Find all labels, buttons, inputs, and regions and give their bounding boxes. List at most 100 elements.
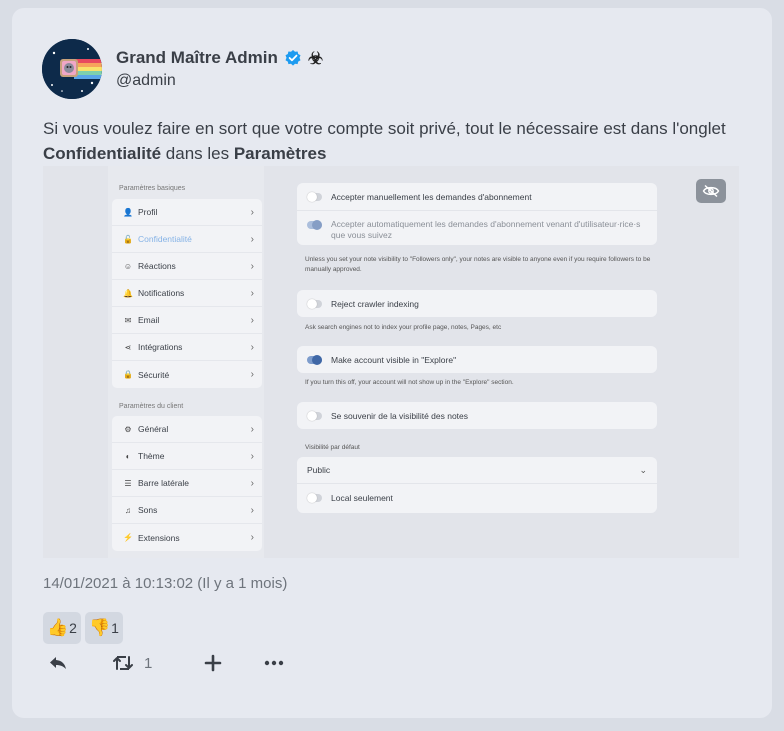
toggle-label: Local seulement: [331, 493, 393, 503]
toggle-row-local: Local seulement: [297, 484, 657, 512]
settings-item-extensions: ⚡ Extensions ›: [112, 524, 262, 551]
settings-item-security: 🔒 Sécurité ›: [112, 361, 262, 388]
toggle-off: [307, 410, 322, 421]
explore-box: Make account visible in "Explore": [297, 346, 657, 373]
settings-item-email: ✉ Email ›: [112, 307, 262, 334]
toggle-off: [307, 298, 322, 309]
chevron-right-icon: ›: [250, 532, 254, 543]
crawler-box: Reject crawler indexing: [297, 290, 657, 317]
thumbs-up-icon: 👍: [47, 618, 69, 637]
chevron-right-icon: ›: [250, 423, 254, 435]
eye-slash-icon: [702, 184, 720, 198]
settings-item-label: Thème: [138, 451, 165, 461]
toggle-off: [307, 493, 322, 503]
visibility-select-value: Public: [307, 465, 331, 475]
settings-item-label: Email: [138, 315, 160, 325]
remember-visibility-box: Se souvenir de la visibilité des notes: [297, 402, 657, 429]
author-name[interactable]: Grand Maître Admin: [116, 48, 278, 68]
ellipsis-icon: [264, 660, 284, 666]
settings-item-label: Sécurité: [138, 369, 170, 380]
settings-item-label: Général: [138, 424, 169, 434]
settings-item-sounds: ♫ Sons ›: [112, 497, 262, 524]
note-actions: 1: [48, 654, 284, 672]
section-basic-title: Paramètres basiques: [119, 185, 186, 192]
verified-check-icon: [284, 49, 302, 67]
settings-item-label: Intégrations: [138, 342, 183, 352]
author-handle[interactable]: @admin: [116, 72, 176, 90]
default-visibility-box: Public ⌄ Local seulement: [297, 457, 657, 513]
chevron-right-icon: ›: [250, 341, 254, 353]
chevron-right-icon: ›: [250, 206, 254, 218]
reactions: 👍 2 👎 1: [43, 612, 123, 644]
settings-item-label: Sons: [138, 505, 158, 515]
list-icon: ☰: [124, 478, 132, 488]
settings-item-reactions: ☺ Réactions ›: [112, 253, 262, 280]
reply-button[interactable]: [48, 655, 112, 671]
gears-icon: ⚙: [124, 424, 132, 434]
quote-button[interactable]: [204, 654, 264, 672]
user-icon: 👤: [123, 207, 133, 217]
toggle-row-explore: Make account visible in "Explore": [297, 346, 657, 373]
section-client-title: Paramètres du client: [119, 403, 184, 410]
settings-item-privacy: 🔓 Confidentialité ›: [112, 226, 262, 253]
hide-media-button[interactable]: [696, 179, 726, 203]
settings-item-label: Réactions: [138, 261, 176, 271]
smile-icon: ☺: [123, 261, 133, 271]
reaction-thumbs-down[interactable]: 👎 1: [84, 612, 123, 644]
reaction-thumbs-up[interactable]: 👍 2: [43, 612, 81, 644]
chevron-right-icon: ›: [250, 369, 254, 380]
chevron-right-icon: ›: [250, 477, 254, 489]
settings-item-label: Confidentialité: [138, 234, 192, 244]
toggle-on: [307, 354, 322, 365]
settings-item-general: ⚙ Général ›: [112, 416, 262, 443]
lock-icon: 🔒: [123, 370, 133, 379]
note-card: Grand Maître Admin ☣ @admin Si vous voul…: [12, 8, 772, 718]
unlock-icon: 🔓: [123, 234, 133, 244]
settings-item-profile: 👤 Profil ›: [112, 199, 262, 226]
reaction-count: 1: [111, 620, 119, 636]
chevron-right-icon: ›: [250, 450, 254, 462]
toggle-label: Se souvenir de la visibilité des notes: [331, 410, 469, 421]
chevron-right-icon: ›: [250, 287, 254, 299]
chevron-down-icon: ⌄: [639, 464, 647, 475]
toggle-label: Accepter automatiquement les demandes d'…: [331, 219, 641, 240]
basic-settings-group: 👤 Profil › 🔓 Confidentialité › ☺ Réactions › 🔔…: [112, 199, 262, 388]
toggle-off: [307, 191, 322, 202]
visibility-select: Public ⌄: [297, 457, 657, 484]
note-text: Si vous voulez faire en sort que votre c…: [43, 116, 743, 166]
envelope-icon: ✉: [124, 315, 132, 325]
settings-item-sidebar: ☰ Barre latérale ›: [112, 470, 262, 497]
default-visibility-label: Visibilité par défaut: [305, 444, 360, 451]
toggle-row-auto: Accepter automatiquement les demandes d'…: [297, 211, 657, 245]
toggle-on: [307, 220, 322, 230]
note-timestamp[interactable]: 14/01/2021 à 10:13:02 (Il y a 1 mois): [43, 575, 287, 592]
chevron-right-icon: ›: [250, 314, 254, 326]
note-text-bold-privacy: Confidentialité: [43, 144, 162, 163]
attached-image[interactable]: Paramètres basiques 👤 Profil › 🔓 Confidenti…: [43, 166, 739, 558]
palette-icon: ◐: [125, 451, 131, 461]
retweet-icon: [113, 656, 133, 670]
crawler-hint: Ask search engines not to index your pro…: [305, 324, 502, 331]
reply-icon: [50, 657, 66, 669]
thumbs-down-icon: 👎: [88, 618, 111, 637]
note-text-bold-settings: Paramètres: [233, 144, 327, 163]
note-text-part: dans les: [161, 144, 234, 163]
chevron-right-icon: ›: [250, 504, 254, 516]
more-button[interactable]: [264, 659, 284, 667]
follow-requests-box: Accepter manuellement les demandes d'abo…: [297, 183, 657, 245]
settings-item-label: Profil: [138, 207, 158, 217]
settings-item-label: Barre latérale: [138, 478, 190, 488]
chevron-right-icon: ›: [250, 233, 254, 245]
plug-icon: ⚡: [123, 533, 133, 542]
avatar[interactable]: [42, 39, 102, 99]
visibility-hint: Unless you set your note visibility to "…: [305, 256, 651, 273]
settings-item-label: Extensions: [138, 532, 180, 543]
renote-button[interactable]: 1: [112, 654, 204, 672]
toggle-label: Reject crawler indexing: [331, 298, 419, 309]
toggle-row-manual: Accepter manuellement les demandes d'abo…: [297, 183, 657, 211]
settings-item-label: Notifications: [138, 288, 185, 298]
settings-item-integrations: ⋖ Intégrations ›: [112, 334, 262, 361]
toggle-row-remember: Se souvenir de la visibilité des notes: [297, 402, 657, 429]
author-name-row: Grand Maître Admin ☣: [116, 48, 323, 68]
client-settings-group: ⚙ Général › ◐ Thème › ☰ Barre latérale › ♫ Sons…: [112, 416, 262, 551]
